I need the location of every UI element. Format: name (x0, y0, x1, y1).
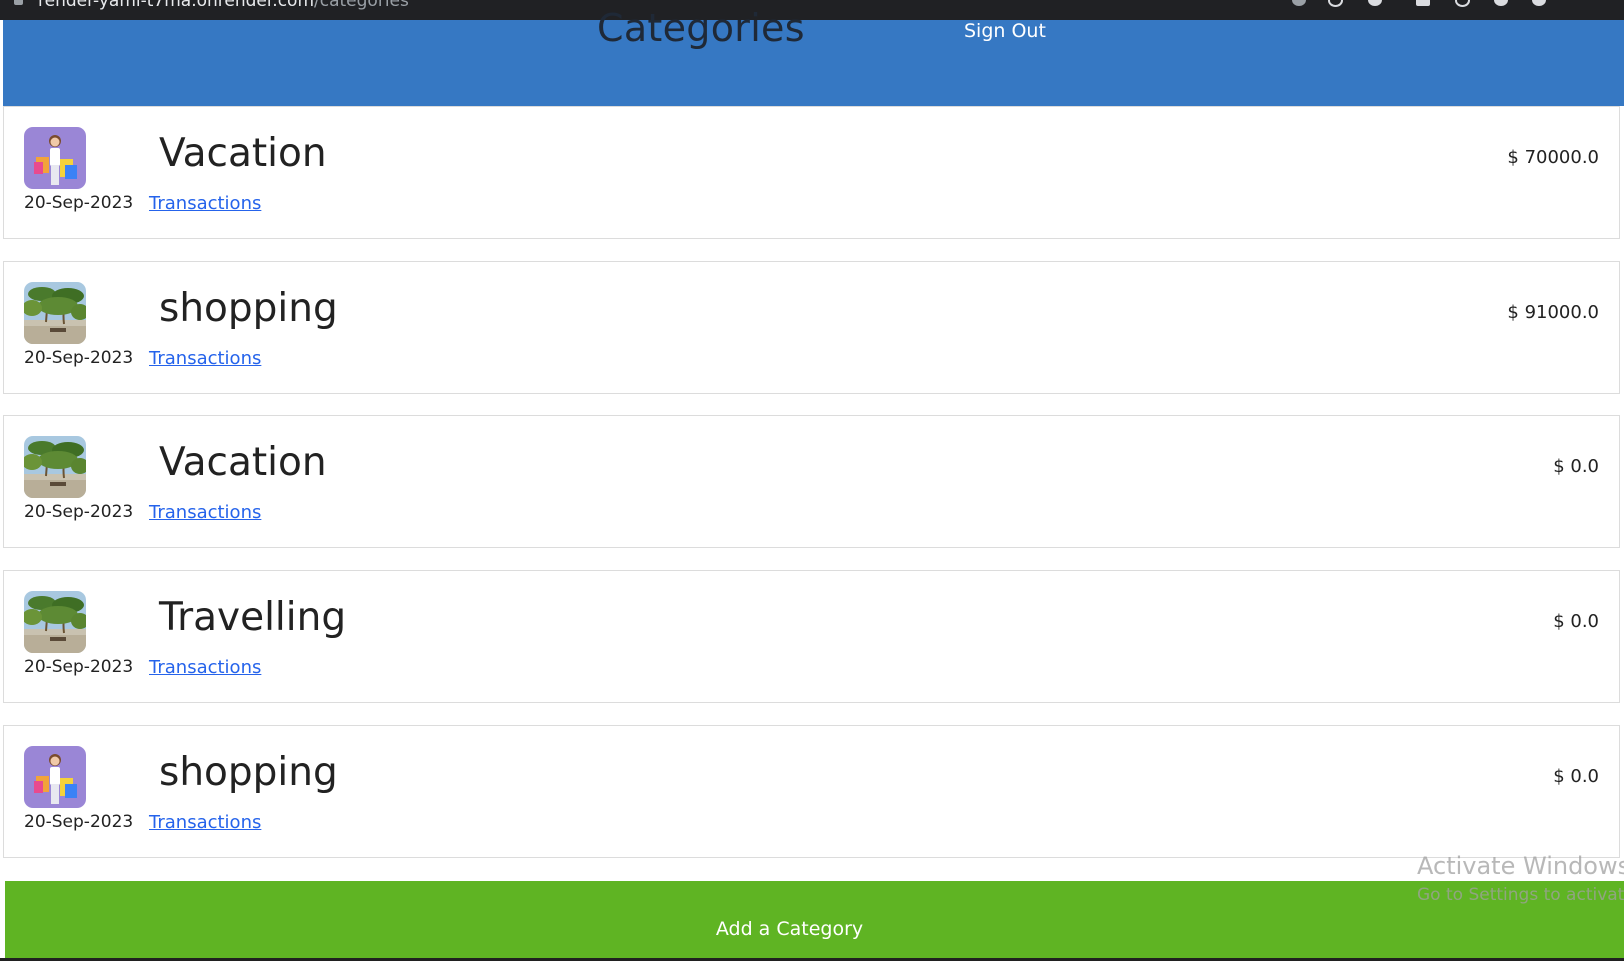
url-host: render-yami-t7ma.onrender.com (38, 0, 315, 11)
category-card: shopping 20-Sep-2023 Transactions $ 9100… (3, 261, 1620, 394)
add-category-label: Add a Category (715, 917, 864, 940)
category-card: Vacation 20-Sep-2023 Transactions $ 0.0 (3, 415, 1620, 548)
category-amount: $ 91000.0 (1507, 302, 1599, 323)
address-bar[interactable]: render-yami-t7ma.onrender.com/categories (38, 0, 409, 11)
beach-palm-icon (24, 591, 86, 653)
shopping-woman-icon (24, 127, 86, 189)
add-category-button[interactable]: Add a Category (5, 881, 1624, 958)
lock-icon (14, 0, 23, 5)
extension-icon[interactable] (1416, 0, 1430, 6)
category-amount: $ 0.0 (1553, 456, 1599, 477)
beach-palm-icon (24, 436, 86, 498)
page-header: Categories Sign Out (3, 6, 1624, 106)
beach-palm-icon (24, 282, 86, 344)
category-card: shopping 20-Sep-2023 Transactions $ 0.0 (3, 725, 1620, 858)
transactions-link[interactable]: Transactions (149, 657, 261, 678)
url-path: /categories (314, 0, 409, 11)
shopping-woman-icon (24, 746, 86, 808)
category-card: Vacation 20-Sep-2023 Transactions $ 7000… (3, 106, 1620, 239)
category-amount: $ 0.0 (1553, 611, 1599, 632)
sign-out-link[interactable]: Sign Out (964, 20, 1046, 42)
menu-icon[interactable] (1532, 0, 1546, 6)
profile-icon[interactable] (1494, 0, 1508, 6)
category-date: 20-Sep-2023 (24, 657, 134, 677)
transactions-link[interactable]: Transactions (149, 193, 261, 214)
share-icon[interactable] (1328, 0, 1343, 7)
transactions-link[interactable]: Transactions (149, 812, 261, 833)
key-icon[interactable] (1292, 0, 1306, 6)
category-date: 20-Sep-2023 (24, 502, 134, 522)
category-card: Travelling 20-Sep-2023 Transactions $ 0.… (3, 570, 1620, 703)
transactions-link[interactable]: Transactions (149, 502, 261, 523)
browser-toolbar: render-yami-t7ma.onrender.com/categories (0, 0, 1624, 20)
category-name: Vacation (159, 131, 327, 176)
category-date: 20-Sep-2023 (24, 812, 134, 832)
category-amount: $ 70000.0 (1507, 147, 1599, 168)
page-title: Categories (597, 6, 805, 50)
star-icon[interactable] (1368, 0, 1382, 6)
category-date: 20-Sep-2023 (24, 193, 134, 213)
category-name: Travelling (159, 595, 347, 640)
category-amount: $ 0.0 (1553, 766, 1599, 787)
transactions-link[interactable]: Transactions (149, 348, 261, 369)
category-name: shopping (159, 750, 338, 795)
circle-extension-icon[interactable] (1455, 0, 1470, 7)
category-name: shopping (159, 286, 338, 331)
category-date: 20-Sep-2023 (24, 348, 134, 368)
category-name: Vacation (159, 440, 327, 485)
